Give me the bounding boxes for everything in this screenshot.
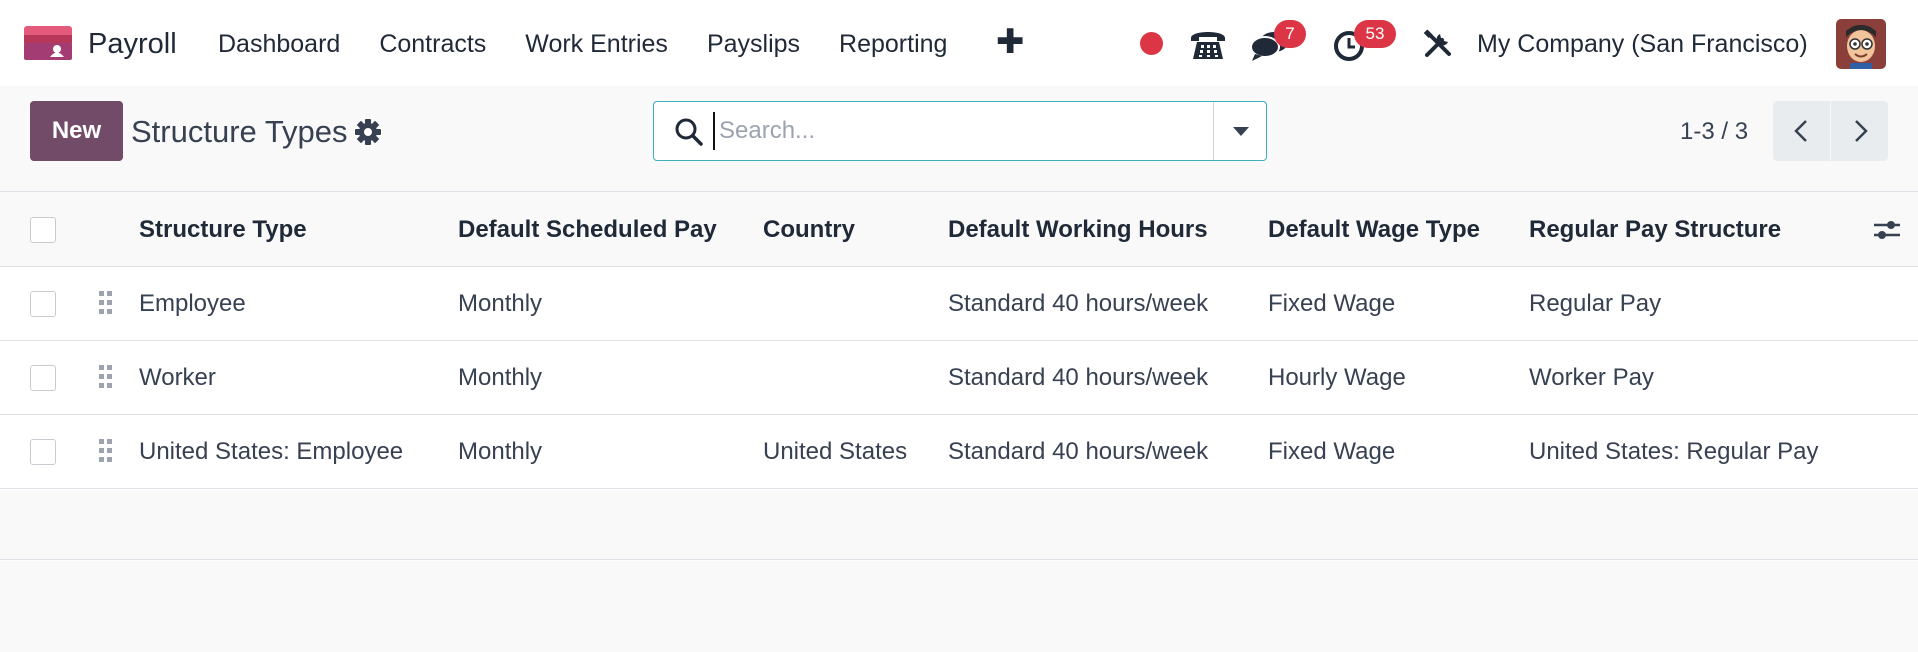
search-input[interactable] (713, 112, 1253, 150)
phone-icon[interactable] (1188, 26, 1228, 62)
user-avatar[interactable] (1836, 19, 1886, 69)
column-header-default-wage-type[interactable]: Default Wage Type (1268, 214, 1480, 246)
row-checkbox[interactable] (30, 439, 56, 465)
cell-regular-pay-structure[interactable]: Worker Pay (1529, 361, 1654, 395)
cell-regular-pay-structure[interactable]: United States: Regular Pay (1529, 435, 1819, 469)
new-button[interactable]: New (30, 101, 123, 161)
gear-icon[interactable] (354, 118, 382, 146)
table-row[interactable]: United States: Employee Monthly United S… (0, 415, 1918, 489)
drag-handle-icon[interactable] (99, 291, 115, 317)
search-options-toggle[interactable] (1213, 102, 1267, 160)
cell-wage-type[interactable]: Fixed Wage (1268, 435, 1395, 469)
app-name[interactable]: Payroll (88, 26, 177, 62)
top-navbar: Payroll Dashboard Contracts Work Entries… (0, 0, 1918, 86)
table-row[interactable]: Worker Monthly Standard 40 hours/week Ho… (0, 341, 1918, 415)
cell-structure-type[interactable]: Worker (139, 361, 216, 395)
cell-working-hours[interactable]: Standard 40 hours/week (948, 287, 1208, 321)
search-box (653, 101, 1267, 161)
optional-columns-icon[interactable] (1872, 216, 1902, 244)
cell-regular-pay-structure[interactable]: Regular Pay (1529, 287, 1661, 321)
row-checkbox[interactable] (30, 291, 56, 317)
tools-icon[interactable] (1422, 28, 1454, 60)
chat-count-badge: 7 (1274, 20, 1306, 48)
structure-types-table: Structure Type Default Scheduled Pay Cou… (0, 191, 1918, 561)
cell-wage-type[interactable]: Fixed Wage (1268, 287, 1395, 321)
main-menu: Dashboard Contracts Work Entries Payslip… (218, 26, 986, 62)
menu-item-work-entries[interactable]: Work Entries (525, 26, 668, 62)
cell-scheduled-pay[interactable]: Monthly (458, 361, 542, 395)
table-row[interactable]: Employee Monthly Standard 40 hours/week … (0, 267, 1918, 341)
row-checkbox[interactable] (30, 365, 56, 391)
cell-structure-type[interactable]: Employee (139, 287, 246, 321)
recording-dot-icon[interactable] (1140, 32, 1163, 55)
menu-item-reporting[interactable]: Reporting (839, 26, 947, 62)
table-header: Structure Type Default Scheduled Pay Cou… (0, 191, 1918, 267)
plus-icon[interactable]: ✚ (996, 24, 1026, 60)
company-switcher[interactable]: My Company (San Francisco) (1477, 26, 1808, 62)
column-header-default-scheduled-pay[interactable]: Default Scheduled Pay (458, 214, 717, 246)
chevron-right-icon (1855, 120, 1868, 142)
activity-count-badge: 53 (1354, 20, 1396, 48)
cell-working-hours[interactable]: Standard 40 hours/week (948, 435, 1208, 469)
column-header-regular-pay-structure[interactable]: Regular Pay Structure (1529, 214, 1781, 246)
payroll-app-icon[interactable] (24, 26, 72, 60)
menu-item-contracts[interactable]: Contracts (379, 26, 486, 62)
drag-handle-icon[interactable] (99, 439, 115, 465)
page-title: Structure Types (131, 114, 348, 149)
cell-wage-type[interactable]: Hourly Wage (1268, 361, 1406, 395)
cell-scheduled-pay[interactable]: Monthly (458, 435, 542, 469)
pager-next-button[interactable] (1831, 101, 1888, 161)
column-header-country[interactable]: Country (763, 214, 855, 246)
pager-previous-button[interactable] (1773, 101, 1830, 161)
cell-working-hours[interactable]: Standard 40 hours/week (948, 361, 1208, 395)
drag-handle-icon[interactable] (99, 365, 115, 391)
column-header-structure-type[interactable]: Structure Type (139, 214, 307, 246)
menu-item-dashboard[interactable]: Dashboard (218, 26, 340, 62)
table-footer (0, 490, 1918, 560)
cell-country[interactable]: United States (763, 435, 907, 469)
menu-item-payslips[interactable]: Payslips (707, 26, 800, 62)
cell-scheduled-pay[interactable]: Monthly (458, 287, 542, 321)
column-header-default-working-hours[interactable]: Default Working Hours (948, 214, 1208, 246)
pager-value[interactable]: 1-3 / 3 (1680, 115, 1748, 149)
cell-structure-type[interactable]: United States: Employee (139, 435, 403, 469)
search-icon (675, 118, 703, 146)
select-all-checkbox[interactable] (30, 217, 56, 243)
chevron-left-icon (1794, 120, 1807, 142)
